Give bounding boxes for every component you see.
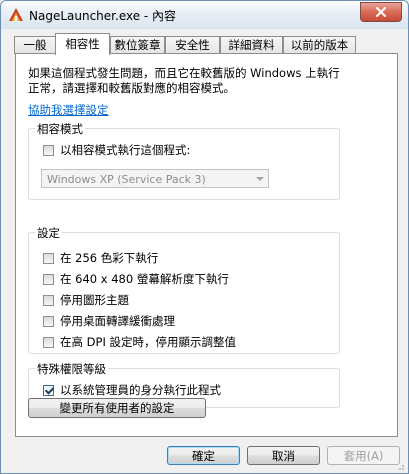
checkbox-box[interactable] <box>43 336 54 348</box>
compat-mode-label: 以相容模式執行這個程式: <box>60 143 191 157</box>
settings-group: 設定 在 256 色彩下執行 在 640 x 480 螢幕解析度下執行 停用圖形… <box>28 225 340 354</box>
setting-label: 在 256 色彩下執行 <box>60 251 159 265</box>
cancel-button[interactable]: 取消 <box>247 446 320 465</box>
title-bar[interactable]: NageLauncher.exe - 內容 <box>1 1 408 29</box>
checkbox-box[interactable] <box>43 144 54 156</box>
help-choose-settings-link[interactable]: 協助我選擇設定 <box>28 102 109 118</box>
tab-previous-versions[interactable]: 以前的版本 <box>283 36 356 54</box>
intro-line-2: 正常，請選擇和較舊版對應的相容模式。 <box>28 81 235 95</box>
run-as-admin-checkbox[interactable]: 以系統管理員的身分執行此程式 <box>43 382 221 398</box>
setting-640x480[interactable]: 在 640 x 480 螢幕解析度下執行 <box>43 271 229 287</box>
run-as-admin-label: 以系統管理員的身分執行此程式 <box>60 383 221 397</box>
tab-digital-signature[interactable]: 數位簽章 <box>110 36 165 54</box>
checkbox-box[interactable] <box>43 252 54 264</box>
close-button[interactable] <box>360 2 402 22</box>
apply-button[interactable]: 套用(A) <box>327 446 400 465</box>
setting-label: 停用桌面轉譯緩衝處理 <box>60 314 175 328</box>
app-icon <box>9 8 23 21</box>
resize-grip-icon[interactable] <box>395 461 405 471</box>
change-all-users-button[interactable]: 變更所有使用者的設定 <box>28 398 206 418</box>
settings-title: 設定 <box>35 225 62 241</box>
checkbox-box[interactable] <box>43 273 54 285</box>
setting-disable-desktop-composition[interactable]: 停用桌面轉譯緩衝處理 <box>43 313 175 329</box>
setting-disable-themes[interactable]: 停用圖形主題 <box>43 292 129 308</box>
chevron-down-icon <box>256 177 264 181</box>
compatibility-panel: 如果這個程式發生問題，而且它在較舊版的 Windows 上執行 正常，請選擇和較… <box>15 53 398 437</box>
setting-disable-dpi-scaling[interactable]: 在高 DPI 設定時，停用顯示調整值 <box>43 334 236 350</box>
tab-compatibility[interactable]: 相容性 <box>55 33 110 55</box>
intro-text: 如果這個程式發生問題，而且它在較舊版的 Windows 上執行 正常，請選擇和較… <box>28 66 358 96</box>
compat-mode-group: 相容模式 以相容模式執行這個程式: Windows XP (Service Pa… <box>28 121 340 200</box>
compat-mode-checkbox[interactable]: 以相容模式執行這個程式: <box>43 142 190 158</box>
client-area: 一般 相容性 數位簽章 安全性 詳細資料 以前的版本 如果這個程式發生問題，而且… <box>2 29 407 473</box>
tab-details[interactable]: 詳細資料 <box>220 36 283 54</box>
close-icon <box>376 7 386 17</box>
properties-window: NageLauncher.exe - 內容 一般 相容性 數位簽章 安全性 詳細… <box>0 0 409 474</box>
setting-label: 停用圖形主題 <box>60 293 129 307</box>
tab-general[interactable]: 一般 <box>14 36 56 54</box>
os-version-select[interactable]: Windows XP (Service Pack 3) <box>41 169 269 188</box>
tab-security[interactable]: 安全性 <box>165 36 220 54</box>
checkbox-box[interactable] <box>43 315 54 327</box>
checkbox-box[interactable] <box>43 384 54 396</box>
os-version-value: Windows XP (Service Pack 3) <box>47 173 206 186</box>
checkbox-box[interactable] <box>43 294 54 306</box>
ok-button[interactable]: 確定 <box>167 446 240 465</box>
setting-label: 在 640 x 480 螢幕解析度下執行 <box>60 272 229 286</box>
setting-256-colors[interactable]: 在 256 色彩下執行 <box>43 250 158 266</box>
window-title: NageLauncher.exe - 內容 <box>29 9 177 23</box>
compat-mode-title: 相容模式 <box>35 121 85 137</box>
privilege-level-title: 特殊權限等級 <box>35 361 108 377</box>
setting-label: 在高 DPI 設定時，停用顯示調整值 <box>60 335 236 349</box>
intro-line-1: 如果這個程式發生問題，而且它在較舊版的 Windows 上執行 <box>28 66 340 80</box>
